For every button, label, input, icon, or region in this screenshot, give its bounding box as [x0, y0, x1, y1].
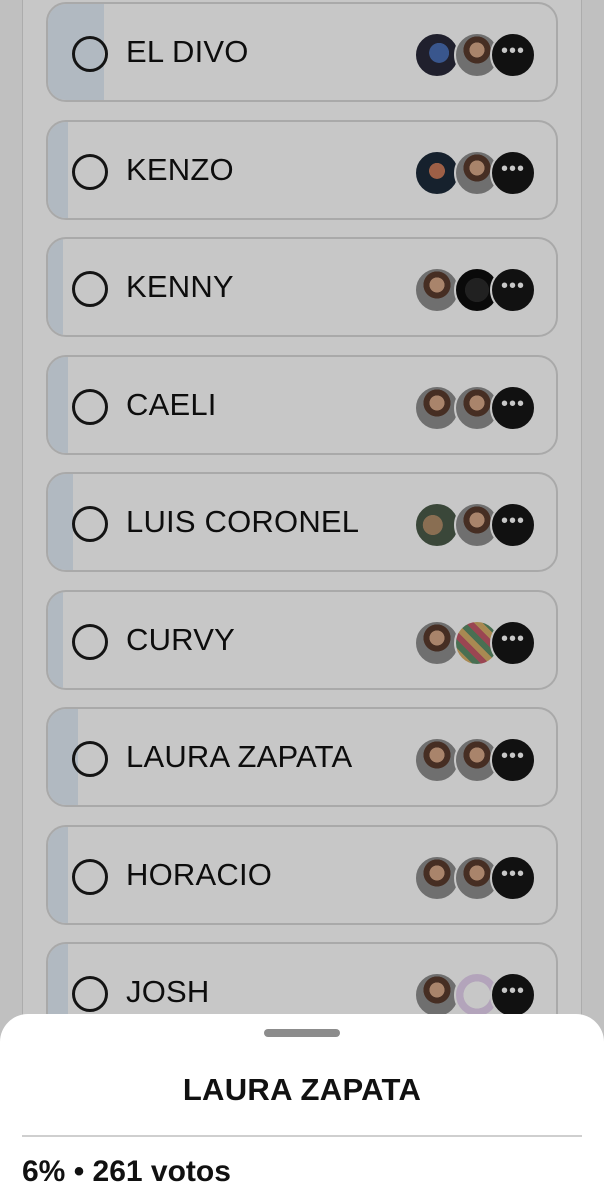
- sheet-divider: [22, 1135, 582, 1137]
- voters-bottom-sheet: LAURA ZAPATA 6% • 261 votos: [0, 1014, 604, 1200]
- sheet-drag-handle[interactable]: [264, 1029, 340, 1037]
- sheet-title: LAURA ZAPATA: [182, 1072, 422, 1107]
- vote-stats: 6% • 261 votos: [22, 1155, 231, 1188]
